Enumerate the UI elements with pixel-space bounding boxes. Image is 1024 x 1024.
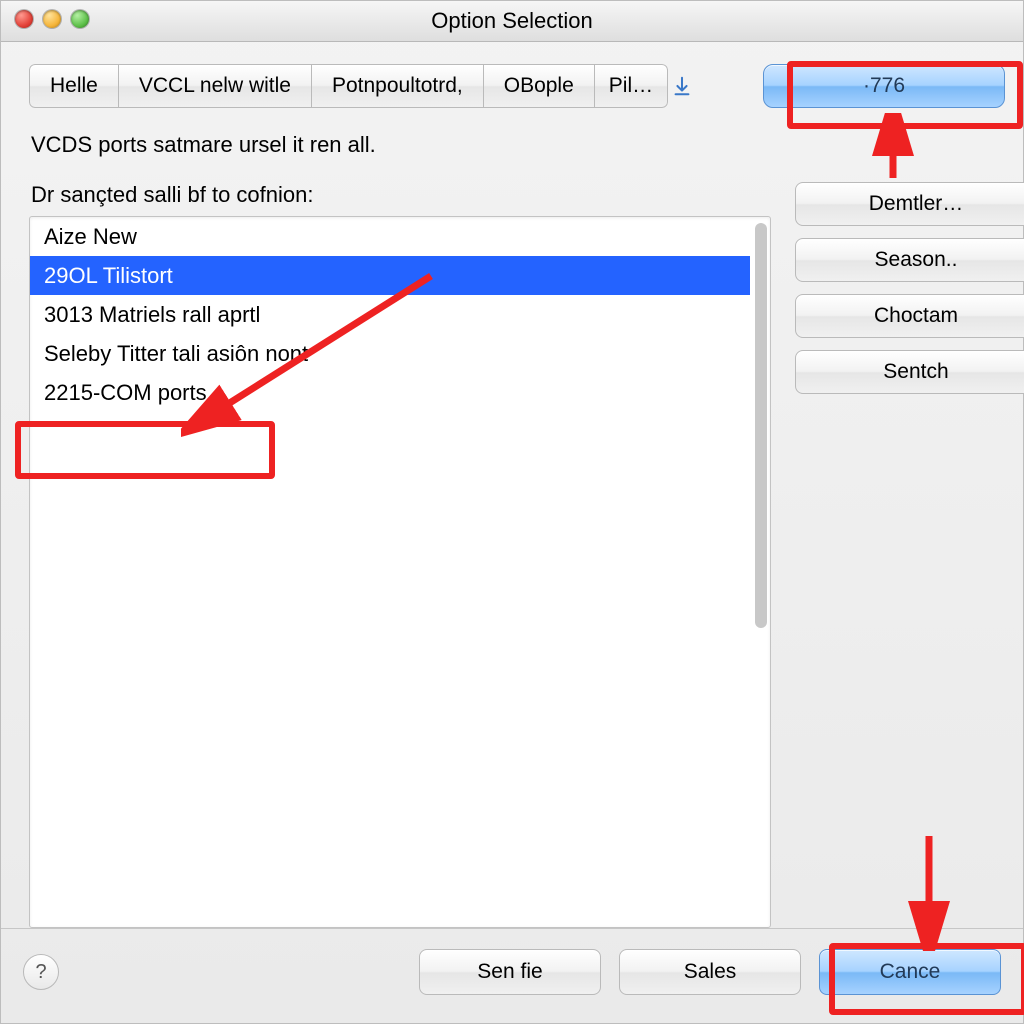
list-item[interactable]: Seleby Titter tali asiôn nont [30,334,750,373]
list-item[interactable]: 3013 Matriels rall aprtl [30,295,750,334]
primary-toolbar-button[interactable]: ·776 [763,64,1005,108]
list-item[interactable]: 2215-COM ports [30,373,750,412]
demtler-button[interactable]: Demtler… [795,182,1024,226]
toolbar-segment: Helle VCCL nelw witle Potnpoultotrd, OBo… [29,64,668,108]
help-button[interactable]: ? [23,954,59,990]
zoom-icon[interactable] [71,10,89,28]
content: VCDS ports satmare ursel it ren all. Dr … [1,114,1023,928]
window-title: Option Selection [431,8,592,34]
description-text: VCDS ports satmare ursel it ren all. [31,132,771,158]
sentch-button[interactable]: Sentch [795,350,1024,394]
titlebar: Option Selection [1,1,1023,42]
close-icon[interactable] [15,10,33,28]
seg-potn[interactable]: Potnpoultotrd, [312,64,484,108]
list-label: Dr sançted salli bf to cofnion: [31,182,771,208]
seg-vccl[interactable]: VCCL nelw witle [119,64,312,108]
seg-obople[interactable]: OBople [484,64,595,108]
list-item[interactable]: 29OL Tilistort [30,256,750,295]
sales-button[interactable]: Sales [619,949,801,995]
minimize-icon[interactable] [43,10,61,28]
scrollbar[interactable] [755,223,767,921]
window-controls [15,10,89,28]
season-button[interactable]: Season.. [795,238,1024,282]
seg-helle[interactable]: Helle [29,64,119,108]
window: Option Selection Helle VCCL nelw witle P… [0,0,1024,1024]
cancel-button[interactable]: Cance [819,949,1001,995]
download-icon[interactable] [668,72,696,100]
list-item[interactable]: Aize New [30,217,750,256]
toolbar: Helle VCCL nelw witle Potnpoultotrd, OBo… [1,42,1023,114]
choctam-button[interactable]: Choctam [795,294,1024,338]
senfile-button[interactable]: Sen fie [419,949,601,995]
seg-pil[interactable]: Pil… [595,64,668,108]
options-list: Aize New 29OL Tilistort 3013 Matriels ra… [30,217,750,927]
options-listbox[interactable]: Aize New 29OL Tilistort 3013 Matriels ra… [29,216,771,928]
footer: ? Sen fie Sales Cance [1,928,1023,1023]
side-panel: Demtler… Season.. Choctam Sentch [795,122,995,928]
scrollbar-thumb[interactable] [755,223,767,628]
